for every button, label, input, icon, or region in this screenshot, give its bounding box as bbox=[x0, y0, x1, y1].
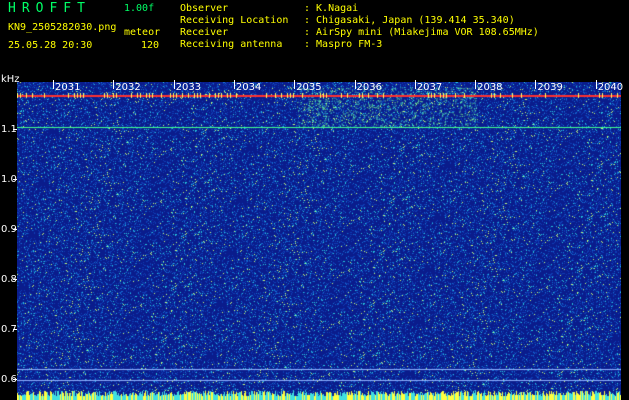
spectrogram bbox=[17, 82, 621, 400]
version-label: 1.00f bbox=[124, 3, 155, 14]
minute-tick bbox=[535, 80, 537, 89]
header-panel: HROFFT 1.00f KN9_2505282030.png meteor 2… bbox=[0, 0, 629, 78]
minute-tick bbox=[53, 80, 54, 89]
observer-value: : K.Nagai bbox=[304, 3, 359, 14]
minute-tick bbox=[414, 80, 416, 89]
minute-label-2038: 2038 bbox=[477, 82, 503, 93]
minute-tick bbox=[173, 80, 175, 89]
y-tick bbox=[13, 329, 17, 330]
minute-label-2033: 2033 bbox=[175, 82, 202, 93]
minute-tick bbox=[595, 80, 597, 89]
right-border bbox=[621, 78, 629, 400]
receiver-value: : AirSpy mini (Miakejima VOR 108.65MHz) bbox=[304, 27, 539, 38]
minute-label-2036: 2036 bbox=[356, 82, 382, 93]
minute-tick bbox=[354, 80, 356, 89]
timestamp-label: 25.05.28 20:30 bbox=[8, 40, 93, 51]
minute-tick bbox=[233, 80, 235, 89]
spectrogram-canvas bbox=[17, 82, 621, 400]
y-tick bbox=[13, 229, 17, 230]
minute-label-2037: 2037 bbox=[416, 82, 443, 93]
location-key: Receiving Location bbox=[180, 15, 289, 26]
y-tick bbox=[13, 129, 17, 130]
y-tick bbox=[13, 379, 17, 380]
minute-label-2040: 2040 bbox=[597, 82, 624, 93]
filename-label: KN9_2505282030.png bbox=[8, 22, 117, 33]
y-tick bbox=[13, 279, 17, 280]
y-tick bbox=[13, 179, 17, 180]
minute-tick bbox=[294, 80, 296, 89]
minute-label-2031: 2031 bbox=[55, 82, 81, 93]
antenna-value: : Maspro FM-3 bbox=[304, 39, 383, 50]
location-value: : Chigasaki, Japan (139.414 35.340) bbox=[304, 15, 515, 26]
mode-label: meteor bbox=[124, 27, 161, 38]
minute-label-2032: 2032 bbox=[115, 82, 141, 93]
minute-label-2035: 2035 bbox=[296, 82, 322, 93]
minute-tick bbox=[475, 80, 477, 89]
minute-label-2039: 2039 bbox=[537, 82, 563, 93]
minute-tick bbox=[113, 80, 115, 89]
gain-label: 120 bbox=[141, 40, 160, 51]
minute-label-2034: 2034 bbox=[235, 82, 262, 93]
antenna-key: Receiving antenna bbox=[180, 39, 283, 50]
observer-key: Observer bbox=[180, 3, 229, 14]
receiver-key: Receiver bbox=[180, 27, 229, 38]
program-title: HROFFT bbox=[8, 1, 91, 16]
